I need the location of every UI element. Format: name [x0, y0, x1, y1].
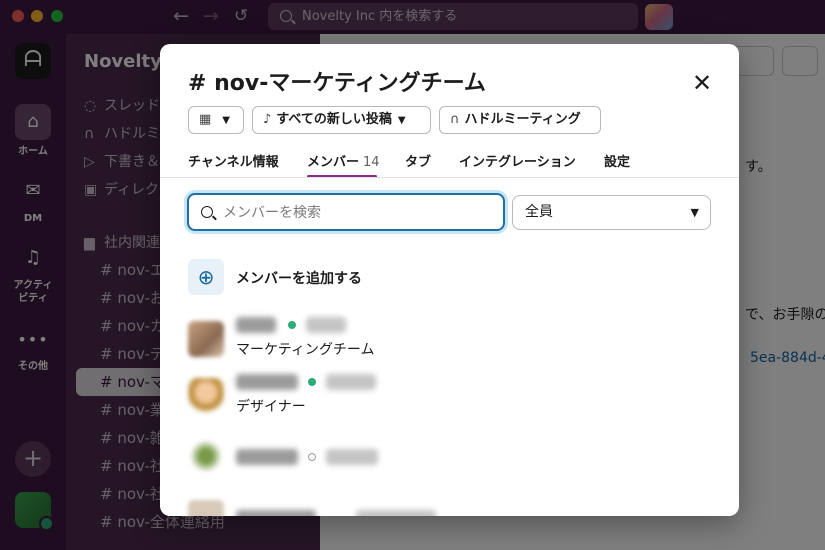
tab-members[interactable]: メンバー 14 — [307, 151, 380, 170]
member-display-name-blurred — [326, 449, 378, 465]
search-icon — [201, 206, 213, 218]
add-user-icon: ⊕ — [188, 259, 224, 295]
notification-dropdown[interactable]: ♪ すべての新しい投稿 ▼ — [252, 106, 431, 134]
chevron-down-icon: ▼ — [397, 115, 406, 126]
tab-tabs[interactable]: タブ — [405, 151, 431, 170]
member-row[interactable]: デザイナー — [188, 374, 708, 418]
tab-integrations[interactable]: インテグレーション — [459, 151, 576, 170]
chevron-down-icon: ▼ — [222, 115, 230, 126]
member-title: デザイナー — [236, 399, 306, 415]
bell-icon: ♪ — [263, 112, 272, 127]
tabs-divider — [160, 177, 739, 178]
close-icon[interactable]: ✕ — [688, 70, 716, 98]
member-search-input[interactable] — [223, 201, 493, 225]
avatar — [188, 378, 224, 414]
add-member-label: メンバーを追加する — [236, 271, 362, 287]
channel-icon-dropdown[interactable]: ▦ ▼ — [188, 106, 244, 134]
online-status-icon — [288, 321, 296, 329]
tab-channel-info[interactable]: チャンネル情報 — [188, 151, 279, 170]
online-status-icon — [308, 378, 316, 386]
modal-title: # nov-マーケティングチーム — [188, 71, 486, 96]
tab-settings[interactable]: 設定 — [604, 151, 630, 170]
chevron-down-icon: ▼ — [690, 206, 699, 219]
headphones-icon: ∩ — [450, 112, 460, 127]
member-row[interactable]: マーケティングチーム — [188, 317, 708, 361]
member-display-name-blurred — [326, 374, 376, 390]
huddle-button[interactable]: ∩ ハドルミーティング — [439, 106, 601, 134]
away-status-icon — [308, 453, 316, 461]
member-display-name-blurred — [306, 317, 346, 333]
member-name-blurred — [236, 374, 298, 390]
member-name-blurred — [236, 317, 276, 333]
building-icon: ▦ — [199, 112, 212, 127]
member-display-name-blurred — [356, 510, 436, 516]
member-row[interactable] — [188, 496, 708, 516]
member-name-blurred — [236, 449, 298, 465]
avatar — [188, 500, 224, 516]
member-filter-select[interactable]: 全員 ▼ — [512, 195, 711, 230]
avatar — [188, 321, 224, 357]
member-name-blurred — [236, 510, 316, 516]
member-row[interactable] — [188, 436, 708, 480]
member-search-field[interactable] — [187, 193, 505, 231]
channel-details-modal: # nov-マーケティングチーム ✕ ▦ ▼ ♪ すべての新しい投稿 ▼ ∩ ハドルミー… — [160, 44, 739, 516]
avatar — [188, 440, 224, 476]
member-title: マーケティングチーム — [236, 342, 375, 358]
